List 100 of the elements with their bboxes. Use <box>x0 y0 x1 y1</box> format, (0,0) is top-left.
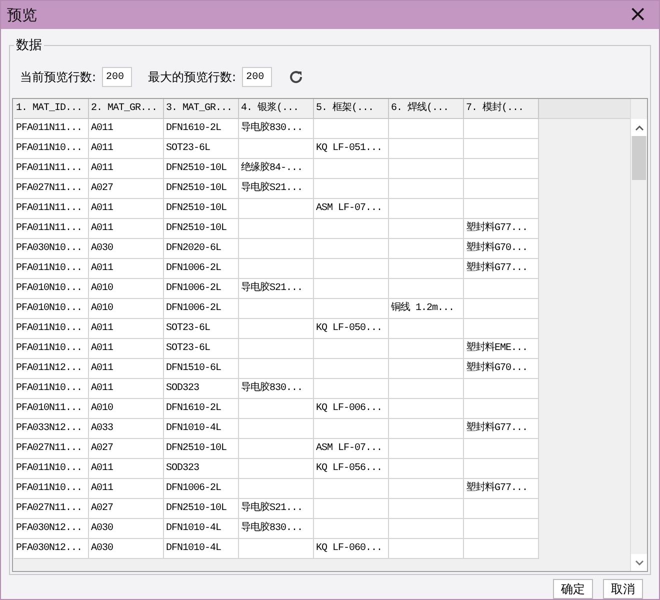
table-cell: A011 <box>89 319 164 339</box>
table-cell: SOT23-6L <box>164 319 239 339</box>
table-cell: A011 <box>89 479 164 499</box>
table-cell: 导电胶830... <box>239 379 314 399</box>
table-cell: A011 <box>89 159 164 179</box>
table-cell: 塑封料G77... <box>464 219 539 239</box>
table-cell: DFN1010-4L <box>164 519 239 539</box>
table-cell: 铜线 1.2m... <box>389 299 464 319</box>
table-cell: DFN2510-10L <box>164 179 239 199</box>
table-cell: 导电胶830... <box>239 119 314 139</box>
column-header[interactable]: 7. 模封(... <box>464 99 539 119</box>
refresh-icon[interactable] <box>288 69 304 85</box>
table-cell: DFN2510-10L <box>164 219 239 239</box>
table-cell: A027 <box>89 439 164 459</box>
table-cell: PFA030N12... <box>14 519 89 539</box>
table-cell: DFN1010-4L <box>164 419 239 439</box>
table-cell: PFA010N11... <box>14 399 89 419</box>
table-cell: PFA011N10... <box>14 139 89 159</box>
scroll-up-icon[interactable] <box>634 124 644 130</box>
table-cell: PFA011N11... <box>14 199 89 219</box>
table-cell: KQ LF-060... <box>314 539 389 559</box>
table-cell: PFA011N10... <box>14 339 89 359</box>
table-cell: DFN2020-6L <box>164 239 239 259</box>
table-cell: DFN1010-4L <box>164 539 239 559</box>
table-cell: PFA030N10... <box>14 239 89 259</box>
table-cell: ASM LF-07... <box>314 439 389 459</box>
table-cell: A011 <box>89 139 164 159</box>
table-cell: DFN2510-10L <box>164 499 239 519</box>
column-header[interactable]: 5. 框架(... <box>314 99 389 119</box>
ok-button[interactable]: 确定 <box>553 579 593 599</box>
table-cell: 塑封料G77... <box>464 479 539 499</box>
table-cell: KQ LF-006... <box>314 399 389 419</box>
table-cell: PFA027N11... <box>14 439 89 459</box>
table-cell: KQ LF-051... <box>314 139 389 159</box>
table-cell: A011 <box>89 379 164 399</box>
close-button[interactable]: × <box>624 4 651 26</box>
field-label: 最大的预览行数: <box>148 68 236 86</box>
table-cell: A011 <box>89 219 164 239</box>
column-header[interactable]: 3. MAT_GR... <box>164 99 239 119</box>
table-cell: PFA030N12... <box>14 539 89 559</box>
table-cell: A027 <box>89 499 164 519</box>
table-cell: 导电胶S21... <box>239 499 314 519</box>
table-cell: PFA011N10... <box>14 379 89 399</box>
table-cell: ASM LF-07... <box>314 199 389 219</box>
table-cell: PFA010N10... <box>14 299 89 319</box>
input-field[interactable]: 200 <box>102 67 132 87</box>
table-cell: A030 <box>89 519 164 539</box>
table-cell: 塑封料G70... <box>464 359 539 379</box>
table-cell: PFA011N11... <box>14 119 89 139</box>
table-cell: PFA033N12... <box>14 419 89 439</box>
table-cell: 导电胶830... <box>239 519 314 539</box>
table-cell: DFN1610-2L <box>164 119 239 139</box>
table-cell: A027 <box>89 179 164 199</box>
table-cell: DFN1006-2L <box>164 479 239 499</box>
table-cell: A011 <box>89 359 164 379</box>
column-header[interactable]: 1. MAT_ID... <box>14 99 89 119</box>
scrollbar-thumb[interactable] <box>632 136 646 180</box>
table-cell: KQ LF-056... <box>314 459 389 479</box>
table-cell: PFA010N10... <box>14 279 89 299</box>
table-cell: PFA011N10... <box>14 459 89 479</box>
table-cell: A010 <box>89 299 164 319</box>
table-cell: A033 <box>89 419 164 439</box>
table-cell: DFN2510-10L <box>164 439 239 459</box>
table-cell: A011 <box>89 339 164 359</box>
field-label: 当前预览行数: <box>20 68 96 86</box>
table-cell: SOT23-6L <box>164 339 239 359</box>
scroll-down-icon[interactable] <box>634 560 644 566</box>
table-cell: A030 <box>89 539 164 559</box>
table-cell: 塑封料G77... <box>464 419 539 439</box>
table-cell: A010 <box>89 399 164 419</box>
table-cell: A011 <box>89 259 164 279</box>
table-cell: 塑封料G70... <box>464 239 539 259</box>
table-cell: A011 <box>89 119 164 139</box>
table-cell: DFN1510-6L <box>164 359 239 379</box>
table-cell: PFA011N10... <box>14 479 89 499</box>
table-cell: PFA027N11... <box>14 179 89 199</box>
table-cell: DFN2510-10L <box>164 199 239 219</box>
table-cell: 导电胶S21... <box>239 179 314 199</box>
cancel-button[interactable]: 取消 <box>603 579 643 599</box>
table-cell: A030 <box>89 239 164 259</box>
table-cell: PFA011N10... <box>14 259 89 279</box>
column-header[interactable]: 4. 银浆(... <box>239 99 314 119</box>
table-cell: SOT23-6L <box>164 139 239 159</box>
table-cell: KQ LF-050... <box>314 319 389 339</box>
table-cell: A011 <box>89 199 164 219</box>
table-cell: PFA011N11... <box>14 219 89 239</box>
table-cell: DFN2510-10L <box>164 159 239 179</box>
table-cell: SOD323 <box>164 379 239 399</box>
table-cell: 绝缘胶84-... <box>239 159 314 179</box>
table-cell: 塑封料G77... <box>464 259 539 279</box>
group-title: 数据 <box>15 37 43 54</box>
table-cell: PFA027N11... <box>14 499 89 519</box>
input-field[interactable]: 200 <box>242 67 272 87</box>
scrollbar[interactable] <box>630 99 647 571</box>
column-header[interactable]: 2. MAT_GR... <box>89 99 164 119</box>
window-title: 预览 <box>7 6 37 24</box>
table-cell: DFN1006-2L <box>164 279 239 299</box>
column-header[interactable]: 6. 焊线(... <box>389 99 464 119</box>
table-cell: PFA011N11... <box>14 159 89 179</box>
table-cell: DFN1610-2L <box>164 399 239 419</box>
